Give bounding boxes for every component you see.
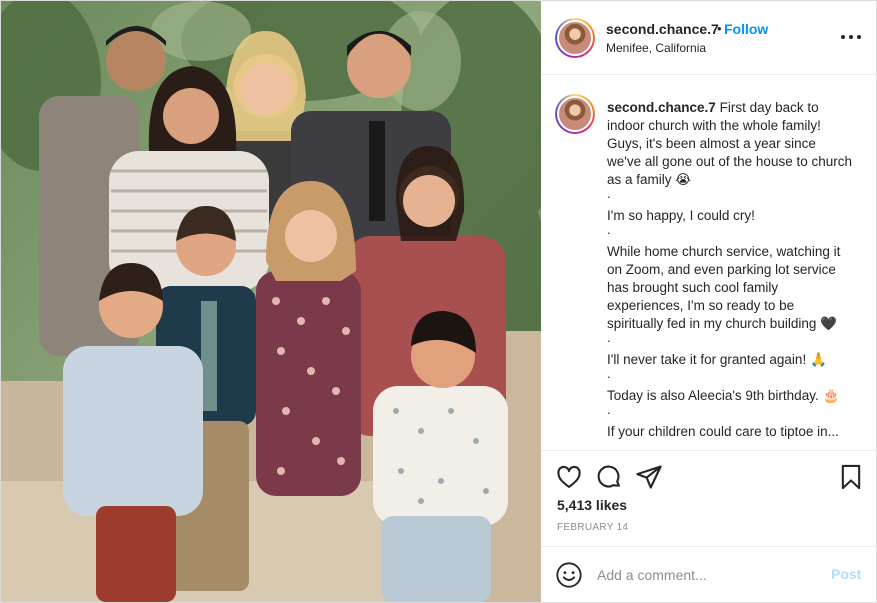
comment-input[interactable] bbox=[597, 563, 817, 587]
heart-icon[interactable] bbox=[555, 463, 583, 491]
smiley-icon[interactable] bbox=[555, 561, 583, 589]
post-caption: second.chance.7 First day back to indoor… bbox=[607, 99, 853, 441]
caption-author-avatar[interactable] bbox=[555, 94, 595, 134]
post-comment-button[interactable]: Post bbox=[831, 566, 861, 582]
likes-count[interactable]: 5,413 likes bbox=[557, 497, 627, 513]
more-horizontal-icon[interactable] bbox=[841, 29, 861, 45]
caption-area[interactable]: second.chance.7 First day back to indoor… bbox=[541, 76, 876, 450]
post-location[interactable]: Menifee, California bbox=[606, 41, 706, 55]
caption-separator: . bbox=[607, 222, 611, 237]
family-photo-illustration bbox=[1, 1, 541, 602]
caption-separator: . bbox=[607, 330, 611, 345]
caption-line: I'm so happy, I could cry! bbox=[607, 208, 755, 223]
post-date[interactable]: February 14 bbox=[557, 522, 628, 533]
follow-button[interactable]: Follow bbox=[724, 21, 768, 37]
post-actions: 5,413 likes February 14 bbox=[541, 450, 876, 546]
caption-line: While home church service, watching it o… bbox=[607, 244, 841, 331]
instagram-post: second.chance.7 • Follow Menifee, Califo… bbox=[0, 0, 877, 603]
author-avatar[interactable] bbox=[555, 18, 595, 58]
header-separator: • bbox=[717, 21, 722, 36]
caption-line: second.chance.7 First day back to indoor… bbox=[607, 99, 853, 189]
caption-username[interactable]: second.chance.7 bbox=[607, 100, 716, 115]
caption-line: I'll never take it for granted again! 🙏 bbox=[607, 352, 827, 367]
bookmark-icon[interactable] bbox=[837, 463, 865, 491]
comment-bubble-icon[interactable] bbox=[595, 463, 623, 491]
author-username[interactable]: second.chance.7 bbox=[606, 21, 719, 37]
post-side-panel: second.chance.7 • Follow Menifee, Califo… bbox=[541, 1, 876, 602]
post-header: second.chance.7 • Follow Menifee, Califo… bbox=[541, 1, 876, 75]
caption-line: Today is also Aleecia's 9th birthday. 🎂 bbox=[607, 388, 840, 403]
caption-separator: . bbox=[607, 186, 611, 201]
caption-separator: . bbox=[607, 402, 611, 417]
caption-separator: . bbox=[607, 366, 611, 381]
add-comment-bar: Post bbox=[541, 546, 876, 602]
post-photo[interactable] bbox=[1, 1, 541, 602]
caption-line: If your children could care to tiptoe in… bbox=[607, 424, 839, 439]
paper-plane-icon[interactable] bbox=[635, 463, 663, 491]
